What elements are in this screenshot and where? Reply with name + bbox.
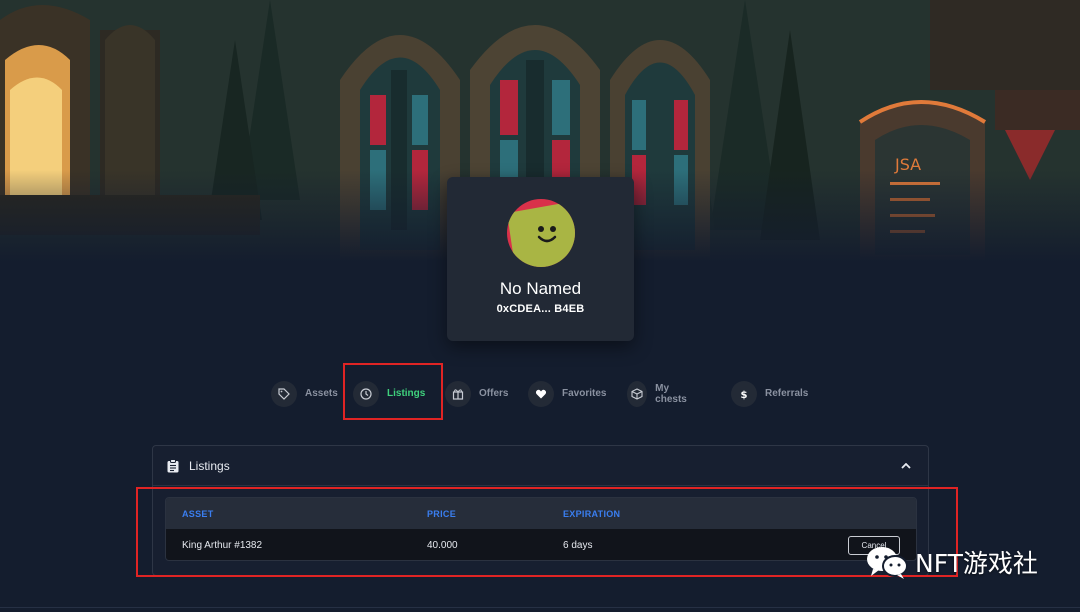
annotation-highlight-table xyxy=(136,487,958,577)
tab-referrals[interactable]: $ Referrals xyxy=(731,380,808,407)
tab-offers[interactable]: Offers xyxy=(445,380,508,407)
listings-panel-title: Listings xyxy=(189,458,230,473)
wechat-logo-icon xyxy=(867,547,908,579)
footer-divider xyxy=(0,607,1080,608)
tab-assets[interactable]: Assets xyxy=(271,380,338,407)
box-icon xyxy=(627,380,648,407)
dollar-icon: $ xyxy=(731,380,757,407)
svg-text:$: $ xyxy=(741,390,748,400)
tab-label: Offers xyxy=(479,388,509,399)
avatar[interactable] xyxy=(506,199,575,267)
gift-icon xyxy=(445,380,471,407)
tab-label: Referrals xyxy=(765,388,809,399)
profile-card: No Named 0xCDEA... B4EB xyxy=(447,177,634,341)
tab-label: Favorites xyxy=(562,388,607,399)
tab-label: Assets xyxy=(305,388,338,399)
smiley-avatar-icon xyxy=(506,199,575,267)
wallet-address[interactable]: 0xCDEA... B4EB xyxy=(497,303,585,315)
profile-name: No Named xyxy=(499,279,582,298)
watermark: NFT游戏社 xyxy=(865,540,1038,584)
heart-icon xyxy=(528,380,554,407)
tab-label: My chests xyxy=(655,382,687,405)
chevron-up-icon[interactable] xyxy=(898,458,914,474)
annotation-highlight-tab xyxy=(343,363,443,420)
watermark-text: NFT游戏社 xyxy=(915,549,1038,578)
clipboard-icon xyxy=(166,458,180,474)
tab-my-chests[interactable]: My chests xyxy=(627,380,693,407)
tag-icon xyxy=(271,380,297,407)
tab-favorites[interactable]: Favorites xyxy=(528,380,606,407)
listings-panel-header[interactable]: Listings xyxy=(153,446,928,486)
